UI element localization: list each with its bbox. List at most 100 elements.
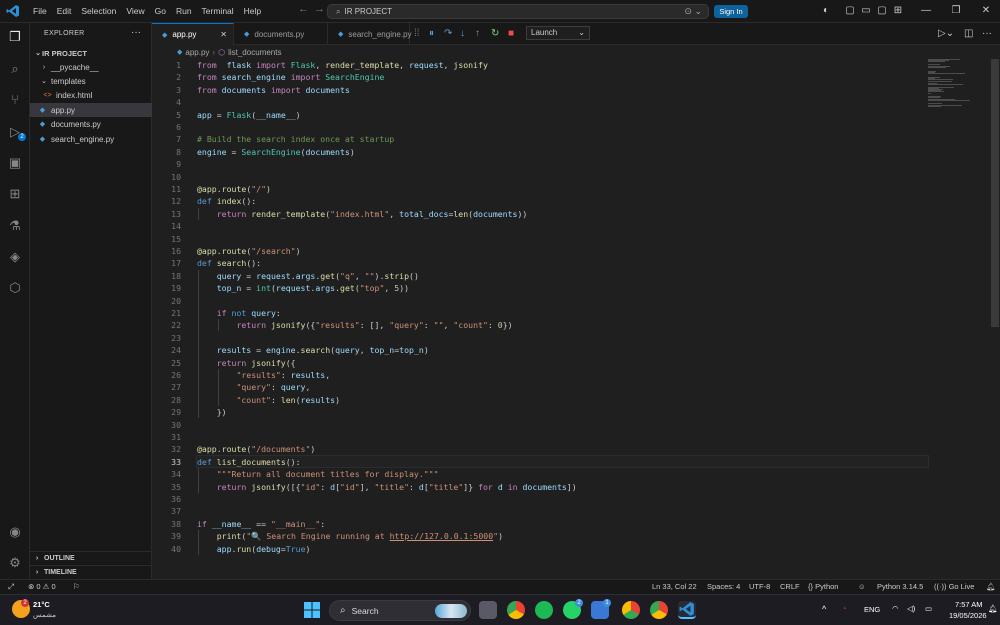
volume-icon[interactable]: ◁) — [907, 604, 915, 613]
input-language[interactable]: ENG — [864, 605, 880, 614]
tab-app-py[interactable]: ◆ app.py ✕ — [152, 23, 234, 45]
timeline-section[interactable]: › TIMELINE — [30, 565, 152, 579]
more-actions-icon[interactable]: ··· — [982, 28, 992, 39]
code-token: results — [290, 370, 326, 380]
close-tab-icon[interactable]: ✕ — [220, 30, 227, 39]
toggle-sidebar-icon[interactable]: ▢ — [844, 5, 856, 17]
clock-time[interactable]: 7:57 AM — [955, 600, 983, 609]
tree-item-documents-py[interactable]: ◆ documents.py — [30, 117, 152, 131]
line-number: 16 — [171, 246, 181, 256]
menu-terminal[interactable]: Terminal — [197, 6, 239, 16]
toggle-secondary-sidebar-icon[interactable]: ▢ — [876, 5, 888, 17]
ports-icon[interactable]: ⚐ — [73, 582, 80, 591]
stop-icon[interactable]: ■ — [508, 28, 514, 39]
menu-run[interactable]: Run — [171, 6, 197, 16]
remote-explorer-icon[interactable]: ▣ — [6, 154, 24, 172]
close-window-icon[interactable]: ✕ — [980, 5, 992, 17]
code-token: : — [320, 481, 331, 492]
search-icon[interactable]: ⌕ — [6, 60, 24, 78]
explorer-icon[interactable]: ❐ — [6, 28, 24, 46]
extensions-icon[interactable]: ⊞ — [6, 185, 24, 203]
command-center[interactable]: ⌕ IR PROJECT ⊙ ⌄ — [327, 4, 709, 19]
show-hidden-icons-chevron-icon[interactable]: ^ — [822, 604, 826, 614]
account-icon[interactable]: ◉ — [6, 523, 24, 541]
indentation[interactable]: Spaces: 4 — [707, 582, 740, 591]
tray-app-icon[interactable]: ◔ — [842, 604, 847, 613]
back-arrow-icon[interactable]: ← — [298, 3, 309, 15]
spotify-icon[interactable] — [535, 601, 553, 619]
menu-view[interactable]: View — [121, 6, 149, 16]
indent-guide — [218, 319, 219, 331]
battery-icon[interactable]: ▭ — [925, 604, 932, 613]
editor-scrollbar[interactable] — [990, 59, 1000, 579]
accounts-icon[interactable]: ◐ — [820, 5, 832, 17]
chrome-profile-icon[interactable] — [622, 601, 640, 619]
tab-documents-py[interactable]: ◆ documents.py — [234, 23, 328, 45]
code-token: __name__ — [211, 518, 252, 529]
line-ending[interactable]: CRLF — [780, 582, 800, 591]
launch-config-select[interactable]: Launch ⌄ — [526, 26, 590, 40]
chrome-profile-2-icon[interactable] — [650, 601, 668, 619]
copilot-icon[interactable]: ⊙ ⌄ — [684, 6, 702, 17]
containers-icon[interactable]: ⬡ — [6, 279, 24, 297]
vscode-taskbar-icon[interactable] — [678, 601, 696, 619]
wifi-icon[interactable]: ◠ — [892, 604, 899, 613]
run-file-icon[interactable]: ▷⌄ — [938, 28, 954, 39]
breadcrumb-file[interactable]: app.py — [185, 48, 209, 57]
start-button[interactable] — [303, 601, 321, 619]
python-interpreter[interactable]: Python 3.14.5 — [877, 582, 923, 591]
tree-item-index-html[interactable]: <> index.html — [30, 88, 152, 102]
tree-item-templates[interactable]: ⌄ templates — [30, 74, 152, 88]
outline-section[interactable]: › OUTLINE — [30, 551, 152, 565]
breadcrumb-symbol[interactable]: list_documents — [228, 48, 281, 57]
chrome-icon[interactable] — [507, 601, 525, 619]
tree-item-search-engine-py[interactable]: ◆ search_engine.py — [30, 132, 152, 146]
sign-in-button[interactable]: Sign In — [714, 5, 748, 18]
tree-item-app-py[interactable]: ◆ app.py — [30, 103, 152, 117]
split-editor-icon[interactable]: ◫ — [964, 28, 973, 39]
encoding[interactable]: UTF-8 — [749, 582, 770, 591]
restore-icon[interactable]: ❐ — [950, 5, 962, 17]
step-over-icon[interactable]: ↷ — [444, 28, 452, 39]
forward-arrow-icon[interactable]: → — [314, 3, 325, 15]
tree-item-pycache[interactable]: › __pycache__ — [30, 60, 152, 74]
minimize-icon[interactable]: — — [920, 5, 932, 17]
settings-gear-icon[interactable]: ⚙ — [6, 554, 24, 572]
weather-temp[interactable]: 21°C — [33, 600, 50, 609]
taskbar-search[interactable]: ⌕ Search — [329, 600, 471, 621]
notification-center-icon[interactable]: 🔔︎ — [988, 604, 998, 613]
python-icon[interactable]: ◈ — [6, 248, 24, 266]
problems-indicator[interactable]: ⊗ 0 ⚠ 0 — [28, 582, 56, 591]
minimap[interactable] — [928, 59, 988, 109]
tab-search-engine-py[interactable]: ◆ search_engine.py — [328, 23, 412, 45]
language-mode[interactable]: {} Python — [808, 582, 838, 591]
menu-go[interactable]: Go — [150, 6, 171, 16]
source-control-icon[interactable]: ⑂ — [6, 91, 24, 109]
code-token: ) — [423, 345, 429, 356]
more-actions-icon[interactable]: ··· — [131, 27, 141, 38]
menu-selection[interactable]: Selection — [76, 6, 121, 16]
task-view-icon[interactable] — [479, 601, 497, 619]
code-token: top_n — [216, 283, 242, 294]
scrollbar-thumb[interactable] — [991, 59, 999, 327]
cursor-position[interactable]: Ln 33, Col 22 — [652, 582, 697, 591]
step-into-icon[interactable]: ↓ — [460, 28, 465, 39]
customize-layout-icon[interactable]: ⊞ — [892, 5, 904, 17]
copilot-icon[interactable]: ☺ — [858, 582, 866, 591]
code-editor[interactable]: 1 2 3 4 5 6 7 8 9 10 11 12 13 14 15 16 17 18 19 20 21 22 23 24 2… — [152, 59, 1000, 579]
menu-help[interactable]: Help — [239, 6, 266, 16]
go-live-button[interactable]: ((·)) Go Live — [934, 582, 974, 591]
toggle-panel-icon[interactable]: ▭ — [860, 5, 872, 17]
notifications-bell-icon[interactable]: 🔔︎ — [986, 582, 996, 591]
restart-icon[interactable]: ↻ — [491, 28, 499, 39]
debug-toolbar-grip-icon[interactable]: ⁞⁞ — [414, 28, 420, 39]
workspace-root[interactable]: ⌄ IR PROJECT — [30, 46, 152, 60]
clock-date[interactable]: 19/05/2026 — [949, 611, 987, 620]
pause-icon[interactable]: ⏸ — [429, 28, 434, 39]
menu-file[interactable]: File — [28, 6, 52, 16]
step-out-icon[interactable]: ↑ — [475, 28, 480, 39]
menu-edit[interactable]: Edit — [52, 6, 77, 16]
minimap-line — [928, 63, 940, 65]
remote-icon[interactable]: ⤢ — [8, 582, 14, 592]
testing-icon[interactable]: ⚗ — [6, 217, 24, 235]
